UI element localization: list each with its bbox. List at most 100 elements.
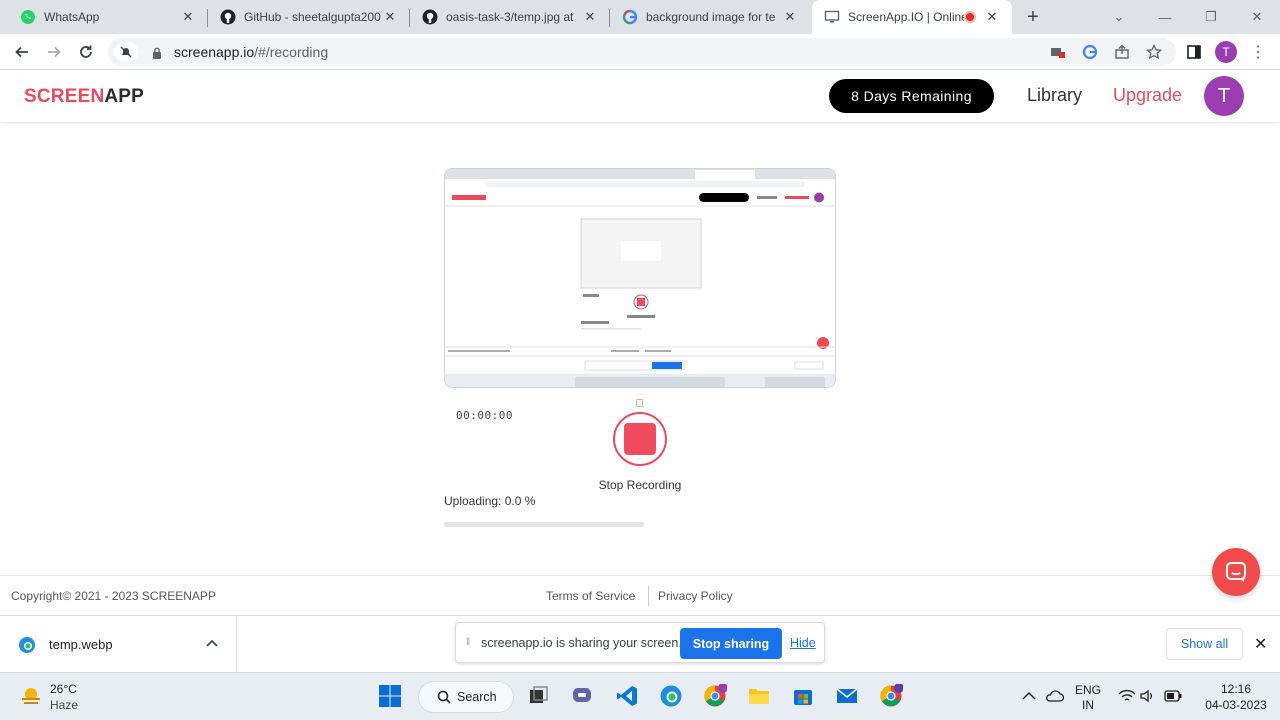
tab-whatsapp[interactable]: WhatsApp ✕ [0, 0, 208, 34]
download-bar: temp.webp ‖ screenapp.io is sharing your… [0, 615, 1280, 673]
terms-link[interactable]: Terms of Service [546, 589, 635, 603]
mail-icon[interactable] [834, 683, 860, 709]
close-download-bar-icon[interactable]: ✕ [1254, 634, 1267, 654]
browser-tab-strip: WhatsApp ✕ GitHub - sheetalgupta200 ✕ oa… [0, 0, 1280, 34]
show-all-downloads-button[interactable]: Show all [1166, 628, 1243, 660]
url-text: screenapp.io/#/recording [174, 44, 328, 60]
clock-time[interactable]: 12:16 [1196, 682, 1276, 696]
windows-start-icon[interactable] [377, 683, 403, 709]
url-host: screenapp.io [174, 44, 255, 60]
nav-upgrade-link[interactable]: Upgrade [1113, 85, 1182, 106]
file-explorer-icon[interactable] [746, 683, 772, 709]
close-icon[interactable]: ✕ [582, 9, 598, 25]
restore-icon[interactable]: ❐ [1188, 0, 1234, 34]
chevron-up-icon[interactable] [206, 636, 218, 650]
google-icon [622, 9, 638, 25]
chrome-icon[interactable] [702, 683, 728, 709]
days-remaining-badge[interactable]: 8 Days Remaining [829, 79, 994, 113]
close-icon[interactable]: ✕ [382, 9, 398, 25]
onedrive-cloud-icon[interactable] [1041, 683, 1067, 709]
window-close-icon[interactable]: ✕ [1234, 0, 1280, 34]
address-bar[interactable]: screenapp.io/#/recording [108, 38, 1176, 66]
whatsapp-icon [20, 9, 36, 25]
stop-recording-button[interactable] [613, 412, 667, 466]
tab-title: GitHub - sheetalgupta200 [244, 10, 381, 24]
screen-sharing-bar: ‖ screenapp.io is sharing your screen. S… [455, 622, 825, 663]
new-tab-icon[interactable]: + [1022, 6, 1044, 28]
browser-toolbar: screenapp.io/#/recording T ⋮ [0, 34, 1280, 70]
download-item[interactable]: temp.webp [0, 616, 237, 673]
user-avatar[interactable]: T [1204, 76, 1244, 116]
windows-taskbar: 26°C Haze Search ENG IN 12:16 04-03-2023 [0, 672, 1280, 720]
chevron-up-icon[interactable] [1016, 683, 1042, 709]
battery-icon[interactable] [1160, 683, 1186, 709]
tab-github-profile[interactable]: GitHub - sheetalgupta200 ✕ [208, 0, 410, 34]
weather-temperature[interactable]: 26°C [50, 682, 77, 696]
reload-icon[interactable] [74, 40, 98, 64]
lock-icon[interactable] [152, 46, 162, 64]
app-header: SCREENAPP 8 Days Remaining Library Upgra… [0, 70, 1280, 122]
stop-icon [624, 423, 656, 455]
footer-divider [648, 586, 649, 606]
haze-weather-icon[interactable] [20, 685, 42, 712]
search-label: Search [457, 690, 497, 704]
upload-status: Uploading: 0.0 % [444, 494, 536, 508]
edge-file-icon [18, 636, 36, 659]
drag-handle-icon[interactable] [636, 399, 643, 407]
logo-part2: APP [104, 86, 145, 107]
task-view-icon[interactable] [526, 683, 552, 709]
volume-icon[interactable] [1134, 683, 1160, 709]
google-lens-icon[interactable] [1082, 44, 1098, 60]
camera-blocked-icon[interactable] [1050, 44, 1066, 60]
github-icon [220, 9, 236, 25]
notifications-blocked-icon[interactable] [114, 42, 138, 62]
more-menu-icon[interactable]: ⋮ [1246, 40, 1270, 64]
copyright-text: Copyright© 2021 - 2023 SCREENAPP [11, 589, 216, 603]
teams-chat-icon[interactable] [570, 683, 596, 709]
github-icon [422, 9, 438, 25]
tab-github-file[interactable]: oasis-task-3/temp.jpg at ✕ [410, 0, 610, 34]
recording-timer: 00:00:00 [456, 409, 513, 422]
taskbar-search[interactable]: Search [418, 681, 514, 713]
app-footer: Copyright© 2021 - 2023 SCREENAPP Terms o… [0, 575, 1280, 615]
screenapp-logo[interactable]: SCREENAPP [24, 86, 144, 108]
vscode-icon[interactable] [614, 683, 640, 709]
stop-sharing-button[interactable]: Stop sharing [680, 628, 782, 659]
close-icon[interactable]: ✕ [782, 9, 798, 25]
clock-date[interactable]: 04-03-2023 [1196, 698, 1276, 712]
language-region[interactable]: IN [1068, 698, 1108, 712]
close-icon[interactable]: ✕ [984, 9, 1000, 25]
tab-title: oasis-task-3/temp.jpg at [446, 10, 574, 24]
drag-grip-icon[interactable]: ‖ [466, 637, 470, 648]
forward-icon[interactable] [42, 40, 66, 64]
back-icon[interactable] [10, 40, 34, 64]
weather-description[interactable]: Haze [50, 698, 78, 712]
chat-support-button[interactable] [1212, 548, 1260, 596]
recording-indicator-icon [964, 11, 976, 23]
profile-avatar[interactable]: T [1215, 41, 1237, 63]
share-icon[interactable] [1114, 44, 1130, 60]
search-icon [437, 690, 451, 704]
tab-screenapp[interactable]: ScreenApp.IO | Online ✕ [812, 0, 1012, 34]
language-code[interactable]: ENG [1068, 683, 1108, 697]
privacy-link[interactable]: Privacy Policy [658, 589, 733, 603]
chat-icon [1226, 562, 1246, 582]
minimize-icon[interactable]: — [1142, 0, 1188, 34]
chrome-profile-icon[interactable] [878, 683, 904, 709]
hide-sharing-link[interactable]: Hide [790, 636, 816, 650]
tab-google-search[interactable]: background image for te ✕ [610, 0, 810, 34]
tab-title: ScreenApp.IO | Online [848, 10, 964, 24]
close-icon[interactable]: ✕ [180, 9, 196, 25]
bookmark-star-icon[interactable] [1146, 44, 1162, 60]
stop-recording-label: Stop Recording [598, 478, 682, 492]
upload-progress-bar [444, 522, 644, 527]
nav-library-link[interactable]: Library [1027, 85, 1082, 106]
side-panel-icon[interactable] [1182, 40, 1206, 64]
url-path: /#/recording [254, 44, 329, 60]
edge-browser-icon[interactable] [658, 683, 684, 709]
monitor-icon [824, 9, 840, 25]
microsoft-store-icon[interactable] [790, 683, 816, 709]
download-file-name: temp.webp [49, 637, 113, 652]
screen-capture-thumbnail [445, 169, 835, 387]
tab-search-icon[interactable]: ⌄ [1096, 0, 1142, 34]
